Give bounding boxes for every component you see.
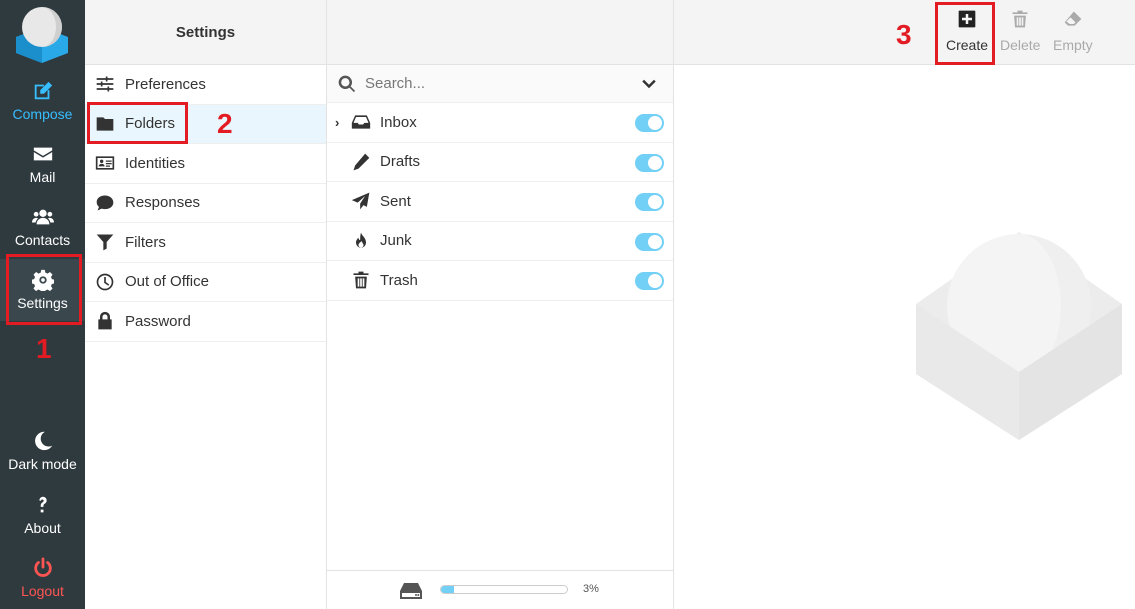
settings-item-responses[interactable]: Responses <box>85 184 326 223</box>
annotation-box-create <box>935 2 995 65</box>
nav-mail[interactable]: Mail <box>0 133 85 195</box>
settings-item-label: Filters <box>125 233 166 251</box>
folder-row-inbox[interactable]: › Inbox <box>327 103 673 143</box>
nav-dark-mode[interactable]: Dark mode <box>0 420 85 482</box>
question-icon <box>38 496 47 513</box>
folder-name: Junk <box>380 232 412 250</box>
subscription-toggle[interactable] <box>635 193 664 211</box>
quota-bar: 3% <box>327 570 674 609</box>
settings-item-label: Identities <box>125 154 186 172</box>
eraser-icon <box>1064 11 1082 26</box>
quota-percentage: 3% <box>583 583 599 595</box>
pencil-icon <box>353 153 370 171</box>
delete-button[interactable]: Delete <box>1000 9 1040 53</box>
settings-panel-title: Settings <box>85 0 326 65</box>
subscription-toggle[interactable] <box>635 232 664 251</box>
chevron-down-icon[interactable] <box>639 74 659 94</box>
power-icon <box>33 557 52 577</box>
folder-search-input[interactable] <box>365 75 635 92</box>
folder-name: Drafts <box>380 153 421 171</box>
folder-search-bar <box>327 65 673 103</box>
folder-name: Sent <box>380 192 411 210</box>
moon-icon <box>34 431 52 451</box>
folders-panel-header <box>327 0 673 65</box>
subscription-toggle[interactable] <box>635 114 664 132</box>
settings-item-password[interactable]: Password <box>85 302 326 342</box>
settings-item-label: Password <box>125 312 191 330</box>
nav-mail-label: Mail <box>29 169 56 185</box>
paper-plane-icon <box>351 192 370 210</box>
subscription-toggle[interactable] <box>635 272 664 290</box>
settings-item-out-of-office[interactable]: Out of Office <box>85 263 326 302</box>
quota-progress-fill <box>441 586 454 593</box>
roundcube-watermark-logo <box>916 232 1122 440</box>
nav-logout[interactable]: Logout <box>0 547 85 609</box>
settings-panel: Settings Preferences Folders Identities … <box>85 0 327 609</box>
clock-icon <box>96 273 114 291</box>
trash-icon <box>353 271 369 289</box>
nav-about[interactable]: About <box>0 484 85 546</box>
content-panel: Create Delete Empty <box>674 0 1135 609</box>
envelope-icon <box>33 147 52 161</box>
folder-row-junk[interactable]: Junk <box>327 222 673 261</box>
annotation-step-3: 3 <box>896 19 912 50</box>
filter-icon <box>96 234 114 251</box>
trash-icon <box>1012 10 1028 28</box>
settings-item-filters[interactable]: Filters <box>85 223 326 263</box>
nav-about-label: About <box>24 520 61 536</box>
nav-contacts[interactable]: Contacts <box>0 196 85 258</box>
nav-compose-label: Compose <box>12 106 73 122</box>
search-icon[interactable] <box>337 74 357 94</box>
hard-drive-icon <box>400 583 422 599</box>
roundcube-logo-icon[interactable] <box>13 5 71 63</box>
fire-icon <box>356 232 366 248</box>
id-card-icon <box>95 156 115 170</box>
settings-item-label: Preferences <box>125 75 206 93</box>
nav-logout-label: Logout <box>21 583 64 599</box>
inbox-icon <box>351 115 371 129</box>
folder-name: Trash <box>380 271 418 289</box>
settings-item-label: Responses <box>125 194 201 212</box>
nav-dark-mode-label: Dark mode <box>8 456 77 472</box>
folder-row-trash[interactable]: Trash <box>327 261 673 301</box>
annotation-box-folders <box>87 102 188 144</box>
folder-row-drafts[interactable]: Drafts <box>327 143 673 182</box>
nav-compose[interactable]: Compose <box>0 70 85 132</box>
expand-chevron-icon[interactable]: › <box>335 115 347 130</box>
annotation-step-1: 1 <box>36 333 52 364</box>
subscription-toggle[interactable] <box>635 153 664 172</box>
lock-icon <box>98 312 112 330</box>
nav-contacts-label: Contacts <box>14 232 71 248</box>
empty-button[interactable]: Empty <box>1053 9 1093 53</box>
settings-item-identities[interactable]: Identities <box>85 144 326 184</box>
folder-name: Inbox <box>380 113 417 131</box>
sliders-icon <box>96 76 114 92</box>
quota-progress <box>440 585 568 594</box>
annotation-step-2: 2 <box>217 108 233 139</box>
settings-item-label: Out of Office <box>125 273 209 291</box>
annotation-box-settings <box>6 254 82 325</box>
users-icon <box>31 209 54 225</box>
comment-icon <box>96 195 114 211</box>
empty-button-label: Empty <box>1053 37 1093 53</box>
folders-panel: › Inbox Drafts Sent Junk Trash 3% <box>327 0 674 609</box>
delete-button-label: Delete <box>1000 37 1041 53</box>
folder-row-sent[interactable]: Sent <box>327 182 673 222</box>
settings-item-preferences[interactable]: Preferences <box>85 65 326 105</box>
compose-icon <box>34 81 52 100</box>
